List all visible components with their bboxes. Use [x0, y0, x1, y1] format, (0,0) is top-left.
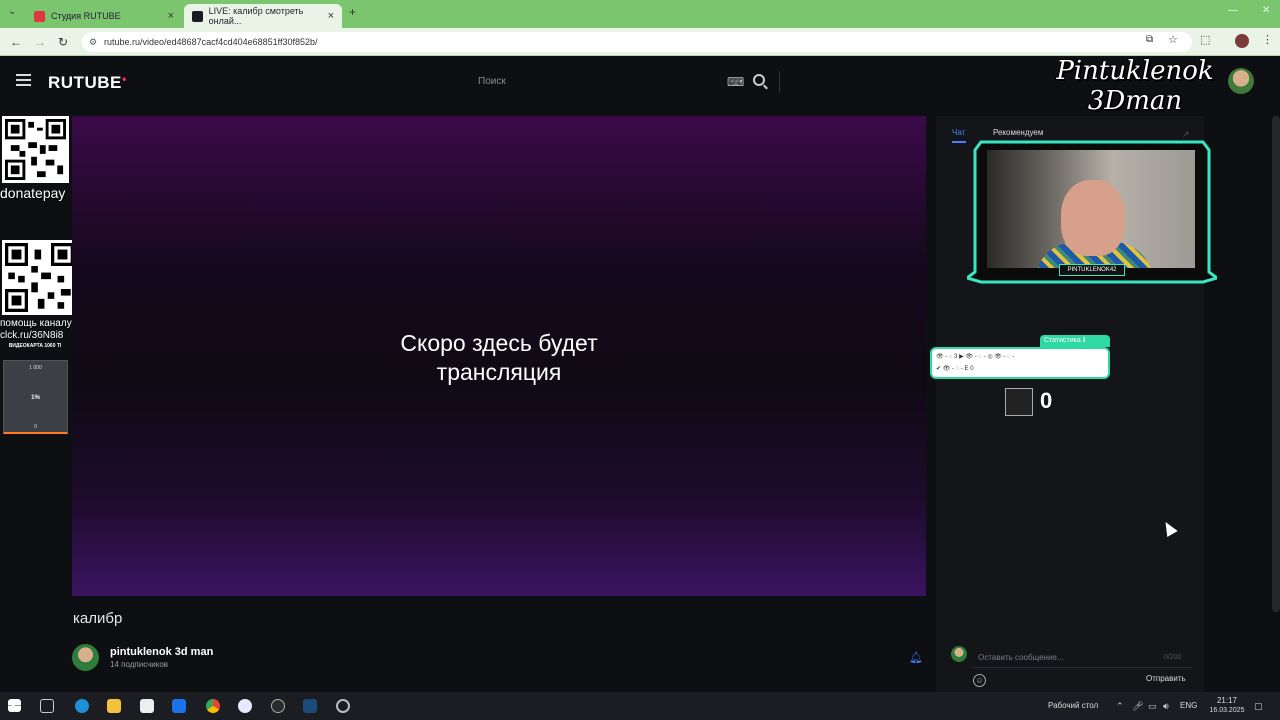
logo-dot-icon: ● [121, 74, 128, 84]
tray-chevron-icon[interactable]: ⌃ [1116, 701, 1124, 712]
new-tab-icon[interactable]: + [349, 5, 356, 19]
video-title: калибр [73, 610, 123, 627]
goal-min-value: 0 [34, 424, 37, 430]
bell-icon[interactable]: 🔔︎ [909, 651, 923, 664]
site-info-icon[interactable]: ⚙ [89, 32, 97, 52]
webcam-nameplate: PINTUKLENOK42 [1059, 264, 1125, 276]
stats-label: Статистика ℹ [1040, 335, 1110, 347]
keyboard-icon[interactable]: ⌨ [727, 75, 744, 89]
microphone-icon[interactable]: 🎤︎ [1132, 701, 1143, 712]
video-player[interactable]: Скоро здесь будет трансляция [72, 116, 926, 596]
goal-max-value: 1 000 [29, 365, 42, 371]
rutube-studio-favicon-icon [34, 10, 45, 22]
install-app-icon[interactable]: ⧉ [1146, 34, 1153, 45]
logo-text: RUTUBE [48, 73, 122, 92]
clock-date[interactable]: 16.03.2025 [1203, 707, 1251, 714]
hamburger-menu-icon[interactable] [16, 74, 31, 86]
goal-percent: 1% [31, 395, 40, 401]
minimize-window-icon[interactable]: — [1228, 5, 1238, 16]
rutube-favicon-icon [192, 10, 203, 22]
streamer-name-line2: 3Dman [1087, 86, 1183, 116]
tab-chat[interactable]: Чат [952, 128, 967, 143]
rutube-logo[interactable]: RUTUBE● [48, 73, 127, 93]
popout-icon[interactable]: ↗ [1182, 129, 1190, 140]
webcam-video [987, 150, 1195, 268]
webcam-overlay: PINTUKLENOK42 [967, 140, 1217, 284]
search-placeholder: Поиск [478, 76, 506, 87]
channel-avatar[interactable] [72, 644, 99, 671]
tab-list-icon[interactable]: ⌄ [8, 6, 16, 17]
stream-placeholder-message: Скоро здесь будет трансляция [72, 329, 926, 387]
donation-goal-bar: 1 000 1% 0 [3, 360, 68, 434]
back-arrow-icon[interactable]: ← [10, 35, 22, 49]
chat-user-avatar [951, 646, 967, 662]
steam-icon[interactable] [303, 699, 317, 713]
tab-label: Студия RUTUBE [51, 11, 121, 21]
desktop-toolbar-label[interactable]: Рабочий стол [1048, 701, 1098, 710]
streamer-name-line1: Pintuklenok [1056, 56, 1214, 86]
app-circle-icon[interactable] [336, 699, 350, 713]
chrome-icon[interactable] [206, 699, 220, 713]
input-language[interactable]: ENG [1180, 701, 1197, 710]
emoji-icon[interactable]: ☺ [973, 674, 986, 687]
notifications-icon[interactable]: ▢ [1254, 701, 1263, 712]
obs-icon[interactable] [271, 699, 285, 713]
streamer-name-overlay: Pintuklenok 3Dman [1040, 56, 1230, 116]
chat-message-input[interactable] [972, 648, 1192, 668]
info-icon: ℹ [1082, 337, 1086, 344]
close-tab-icon[interactable]: × [328, 10, 334, 22]
streamer-avatar [1228, 68, 1254, 94]
tab-rutube-studio[interactable]: Студия RUTUBE × [26, 4, 182, 28]
viewer-image-icon [1005, 388, 1033, 416]
bookmark-star-icon[interactable]: ☆ [1168, 33, 1178, 46]
url-field[interactable]: ⚙ rutube.ru/video/ed48687cacf4cd404e6885… [82, 32, 1192, 52]
message-line2: трансляция [436, 359, 562, 385]
store-icon[interactable] [140, 699, 154, 713]
forward-arrow-icon[interactable]: → [34, 35, 46, 49]
donation-goal-title: ВИДЕОКАРТА 1060 TI [8, 343, 62, 349]
extensions-icon[interactable]: ⬚ [1200, 33, 1210, 46]
close-window-icon[interactable]: ✕ [1262, 5, 1270, 16]
browser-menu-icon[interactable]: ⋮ [1262, 33, 1273, 46]
page-scrollbar[interactable] [1272, 116, 1280, 612]
reload-icon[interactable]: ↻ [58, 35, 68, 49]
close-tab-icon[interactable]: × [168, 10, 174, 22]
profile-avatar[interactable] [1235, 34, 1249, 48]
message-line1: Скоро здесь будет [400, 330, 598, 356]
help-channel-link: clck.ru/36N8i8 [0, 330, 64, 341]
url-text: rutube.ru/video/ed48687cacf4cd404e68851f… [104, 37, 318, 47]
windows-taskbar: Рабочий стол ⌃ 🎤︎ ▭ 🔊︎ ENG 21:17 16.03.2… [0, 692, 1280, 720]
file-explorer-icon[interactable] [107, 699, 121, 713]
tab-recommended[interactable]: Рекомендуем [993, 128, 1043, 137]
windows-start-icon[interactable] [8, 699, 21, 712]
search-icon[interactable] [753, 74, 765, 86]
viewer-count: 0 [1040, 388, 1053, 413]
mail-icon[interactable] [172, 699, 186, 713]
tab-live-stream[interactable]: LIVE: калибр смотреть онлай... × [184, 4, 342, 28]
volume-icon[interactable]: 🔊︎ [1163, 701, 1169, 712]
webcam-face [1061, 180, 1125, 256]
subscriber-count: 14 подписчиков [110, 660, 169, 669]
app-icon[interactable] [238, 699, 252, 713]
donatepay-qr-code [2, 116, 69, 183]
stats-box: 👁 - ◌ 3 ▶ 👁 - ◌ - ◎ 👁 - ◌ - ✔ 👁 - ◌ - E … [930, 347, 1110, 379]
task-view-icon[interactable] [40, 699, 54, 713]
edge-icon[interactable] [75, 699, 89, 713]
search-box[interactable]: Поиск ⌨ [470, 71, 780, 93]
chat-char-counter: 0/200 [1164, 654, 1182, 661]
stats-line-2: ✔ 👁 - ◌ - E 0 [936, 366, 974, 372]
donatepay-label: donatepay [0, 185, 66, 201]
network-icon[interactable]: ▭ [1148, 701, 1157, 712]
help-channel-label: помощь каналу [0, 318, 72, 329]
send-button[interactable]: Отправить [1146, 674, 1186, 683]
browser-tab-bar: ⌄ Студия RUTUBE × LIVE: калибр смотреть … [0, 0, 1280, 28]
browser-address-bar: ← → ↻ ⚙ rutube.ru/video/ed48687cacf4cd40… [0, 28, 1280, 56]
tab-label: LIVE: калибр смотреть онлай... [208, 6, 304, 26]
clock-time[interactable]: 21:17 [1212, 696, 1242, 705]
channel-name[interactable]: pintuklenok 3d man [110, 646, 213, 658]
stats-label-text: Статистика [1044, 337, 1081, 344]
stats-line-1: 👁 - ◌ 3 ▶ 👁 - ◌ - ◎ 👁 - ◌ - [936, 354, 1015, 360]
help-channel-qr-code [2, 240, 77, 315]
